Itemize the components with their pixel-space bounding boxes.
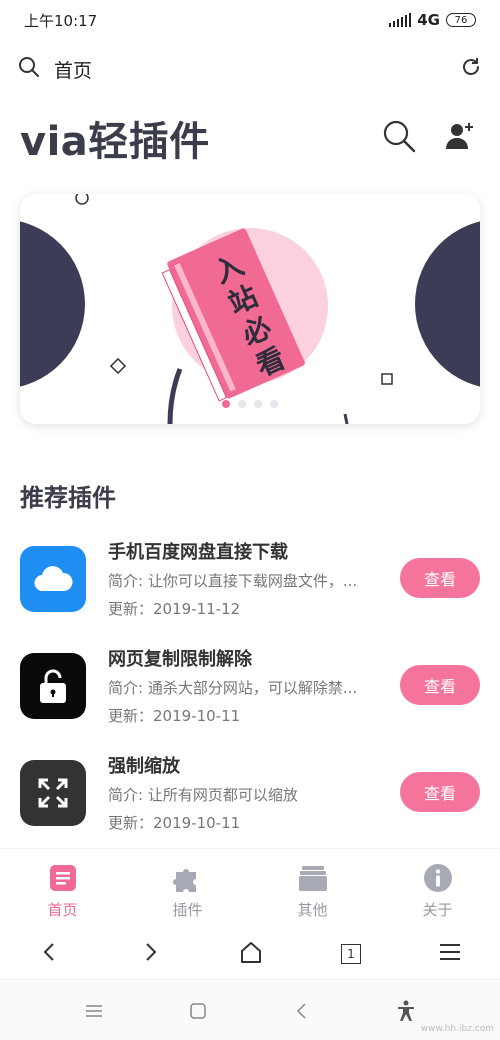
tab-label: 首页: [47, 901, 78, 919]
cloud-icon: [20, 546, 86, 612]
tab-label: 其他: [297, 901, 328, 919]
document-icon: [48, 861, 78, 895]
tab-about[interactable]: 关于: [375, 849, 500, 928]
puzzle-icon: [172, 861, 204, 895]
network-type: 4G: [417, 11, 440, 29]
tab-other[interactable]: 其他: [250, 849, 375, 928]
view-button[interactable]: 查看: [400, 665, 480, 705]
watermark: www.hh.ibz.com: [420, 1024, 494, 1034]
bottom-tab-bar: 首页 插件 其他 关于: [0, 848, 500, 928]
refresh-icon[interactable]: [460, 56, 482, 82]
battery-level: 76: [454, 14, 468, 26]
menu-icon[interactable]: [439, 943, 461, 965]
screen: 上午10:17 4G 76 首页 via轻插件 入站必看 推荐插件 手机百度网盘…: [0, 0, 500, 1040]
browser-nav-bar: 1: [0, 928, 500, 980]
plugin-date: 更新：2019-10-11: [108, 707, 241, 725]
signal-icon: [389, 13, 412, 27]
search-icon[interactable]: [382, 119, 416, 157]
plugin-desc: 简介: 让你可以直接下载网盘文件，...: [108, 572, 358, 590]
section-title: 推荐插件: [20, 484, 116, 512]
address-bar[interactable]: 首页: [0, 44, 500, 94]
plugin-date: 更新：2019-10-11: [108, 814, 241, 832]
home-icon[interactable]: [239, 941, 263, 967]
page-url-title[interactable]: 首页: [54, 56, 460, 83]
search-icon[interactable]: [18, 56, 40, 82]
recents-icon[interactable]: [42, 1004, 146, 1018]
page-title: via轻插件: [20, 119, 210, 165]
carousel-dot[interactable]: [254, 400, 262, 408]
tab-plugins[interactable]: 插件: [125, 849, 250, 928]
plugin-desc: 简介: 让所有网页都可以缩放: [108, 786, 298, 804]
app-header: via轻插件: [0, 108, 500, 168]
plugin-name: 强制缩放: [108, 756, 180, 777]
carousel-dots[interactable]: [20, 400, 480, 408]
tab-home[interactable]: 首页: [0, 849, 125, 928]
list-item[interactable]: 强制缩放 简介: 让所有网页都可以缩放 更新：2019-10-11 查看: [20, 752, 480, 842]
home-icon[interactable]: [146, 1002, 250, 1020]
accessibility-icon[interactable]: [354, 1000, 458, 1022]
battery-icon: 76: [446, 13, 476, 27]
plugin-name: 网页复制限制解除: [108, 649, 252, 670]
user-add-icon[interactable]: [444, 121, 474, 155]
plugin-date: 更新：2019-11-12: [108, 600, 241, 618]
status-bar: 上午10:17 4G 76: [0, 0, 500, 40]
info-icon: [423, 861, 453, 895]
carousel-dot[interactable]: [222, 400, 230, 408]
list-item[interactable]: 网页复制限制解除 简介: 通杀大部分网站，可以解除禁... 更新：2019-10…: [20, 645, 480, 735]
tab-label: 关于: [422, 901, 453, 919]
view-button[interactable]: 查看: [400, 772, 480, 812]
tab-count-button[interactable]: 1: [341, 943, 361, 964]
tab-label: 插件: [172, 901, 203, 919]
expand-icon: [20, 760, 86, 826]
folder-icon: [298, 861, 328, 895]
back-icon[interactable]: [250, 1002, 354, 1020]
carousel-dot[interactable]: [238, 400, 246, 408]
plugin-name: 手机百度网盘直接下载: [108, 542, 288, 563]
status-time: 上午10:17: [24, 11, 98, 30]
list-item[interactable]: 手机百度网盘直接下载 简介: 让你可以直接下载网盘文件，... 更新：2019-…: [20, 538, 480, 628]
view-button[interactable]: 查看: [400, 558, 480, 598]
forward-icon[interactable]: [139, 941, 161, 967]
back-icon[interactable]: [39, 941, 61, 967]
plugin-desc: 简介: 通杀大部分网站，可以解除禁...: [108, 679, 358, 697]
banner-carousel[interactable]: 入站必看: [20, 194, 480, 424]
carousel-dot[interactable]: [270, 400, 278, 408]
unlock-icon: [20, 653, 86, 719]
